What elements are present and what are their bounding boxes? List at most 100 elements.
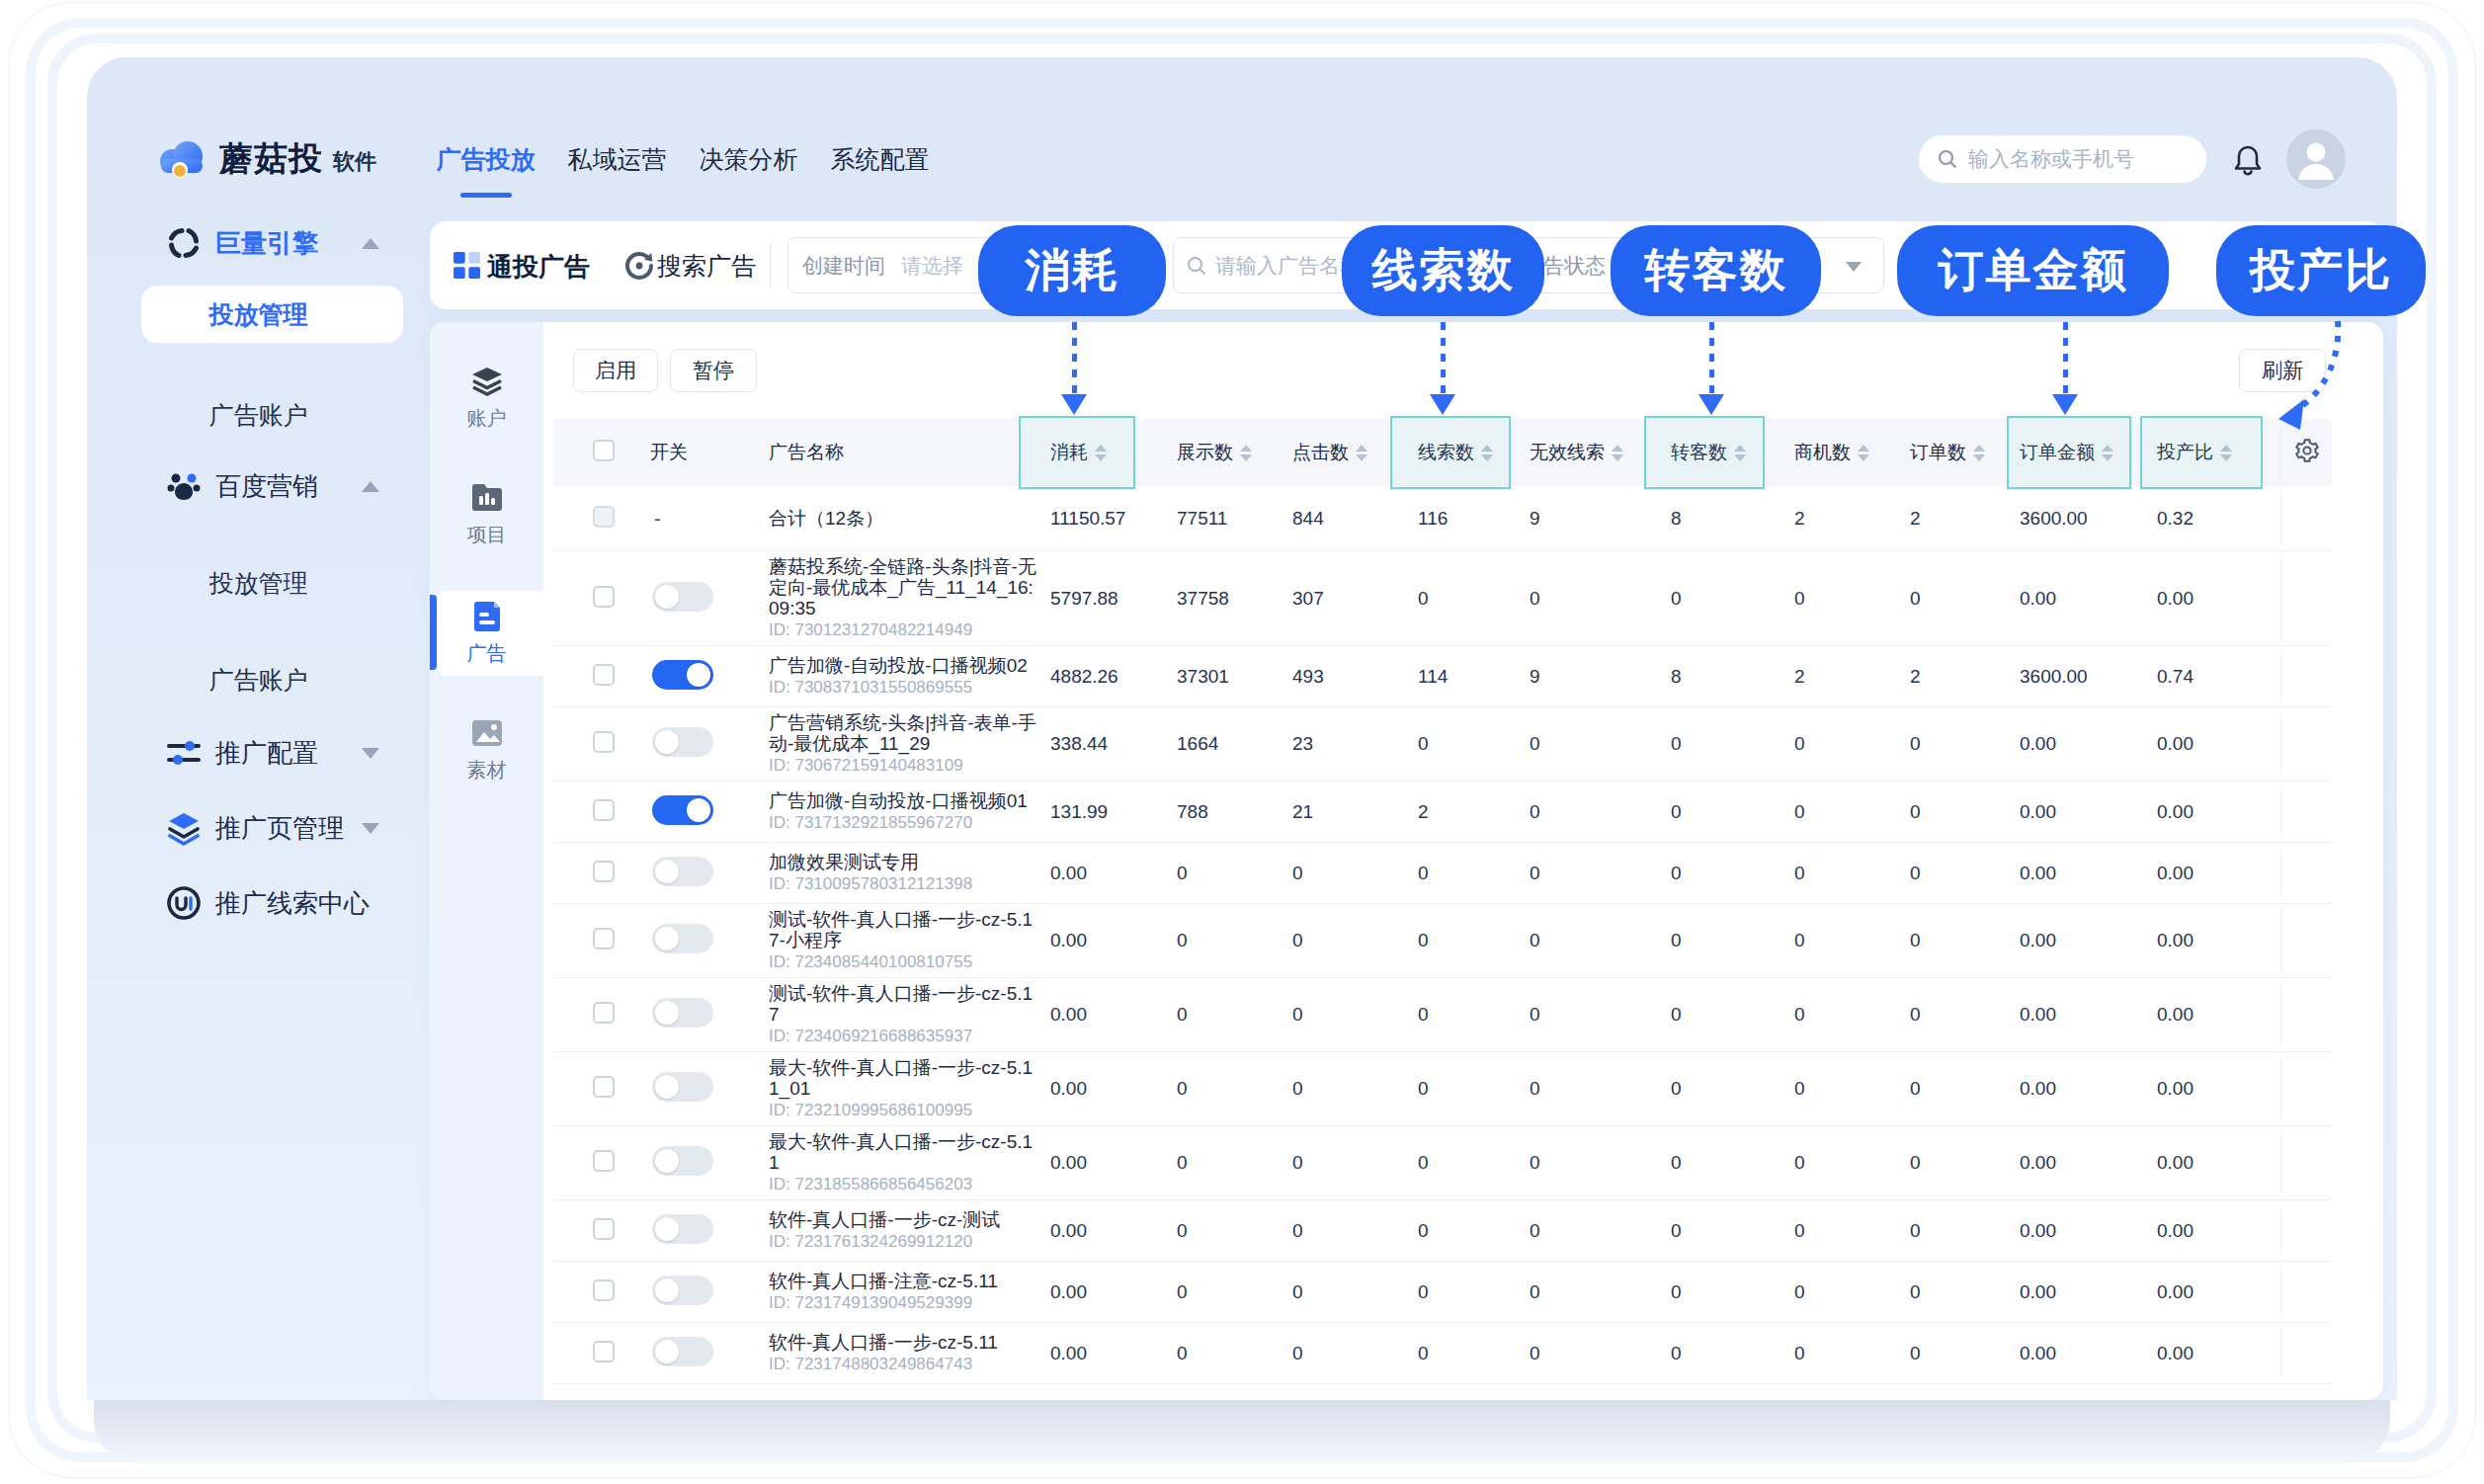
ad-toggle-switch[interactable] — [652, 1072, 713, 1102]
sort-icon[interactable] — [1973, 445, 1985, 461]
highlight-box-转客数 — [1644, 416, 1765, 489]
nav-tab-私域运营[interactable]: 私域运营 — [551, 135, 683, 183]
row-settings-cell — [2280, 1267, 2332, 1317]
date-filter[interactable]: 创建时间 请选择 — [787, 237, 1003, 293]
nav-tab-系统配置[interactable]: 系统配置 — [814, 135, 946, 183]
row-value-cell: 0 — [1791, 733, 1907, 755]
row-checkbox[interactable] — [593, 1279, 615, 1301]
column-label: 商机数 — [1794, 440, 1851, 465]
nav-tab-决策分析[interactable]: 决策分析 — [683, 135, 814, 183]
callout-bubble-转客数: 转客数 — [1611, 225, 1821, 316]
cell-value: 2 — [1794, 666, 1805, 687]
row-value-cell: 0 — [1174, 1343, 1289, 1364]
row-checkbox[interactable] — [593, 506, 615, 528]
row-checkbox[interactable] — [593, 799, 615, 821]
row-checkbox[interactable] — [593, 1002, 615, 1024]
callout-arrow-line — [1072, 322, 1077, 395]
ad-toggle-switch[interactable] — [652, 857, 713, 886]
row-value-cell: 5797.88 — [1047, 588, 1174, 610]
row-checkbox[interactable] — [593, 586, 615, 608]
row-checkbox[interactable] — [593, 664, 615, 686]
sidebar-item-推广页管理[interactable]: 推广页管理 — [87, 802, 430, 854]
sidebar-item-投放管理[interactable]: 投放管理 — [87, 289, 430, 340]
sidebar-item-投放管理[interactable]: 投放管理 — [87, 557, 430, 609]
column-header-订单数[interactable]: 订单数 — [1907, 440, 2017, 465]
ad-toggle-switch[interactable] — [652, 924, 713, 953]
row-checkbox-cell — [553, 1279, 642, 1305]
sort-icon[interactable] — [1858, 445, 1869, 461]
row-value-cell: 21 — [1289, 801, 1415, 823]
nav-tab-广告投放[interactable]: 广告投放 — [420, 135, 551, 183]
row-checkbox[interactable] — [593, 731, 615, 753]
sidebar-item-label: 投放管理 — [87, 298, 430, 331]
ocean-engine-icon — [166, 225, 202, 261]
ad-toggle-switch[interactable] — [652, 795, 713, 825]
ad-doc-icon — [469, 599, 505, 634]
cell-value: 0.00 — [2157, 1004, 2194, 1025]
ad-toggle-switch[interactable] — [652, 660, 713, 690]
column-header-展示数[interactable]: 展示数 — [1174, 440, 1289, 465]
row-value-cell: 2 — [1907, 666, 2017, 688]
row-checkbox[interactable] — [593, 928, 615, 949]
cell-value: 0 — [1530, 1078, 1540, 1099]
row-value-cell: 0 — [1174, 930, 1289, 951]
row-value-cell: 0.00 — [2017, 1004, 2154, 1026]
mini-sidebar-item-广告[interactable]: 广告 — [430, 599, 543, 694]
cell-value: 0 — [1671, 1343, 1682, 1363]
switch-knob — [655, 1075, 679, 1099]
sort-icon[interactable] — [1240, 445, 1252, 461]
ad-toggle-switch[interactable] — [652, 727, 713, 757]
cell-value: 0 — [1177, 863, 1188, 883]
row-value-cell: 0.00 — [1047, 1152, 1174, 1174]
row-checkbox[interactable] — [593, 1218, 615, 1240]
select-all-checkbox[interactable] — [593, 440, 615, 461]
cell-value: 0 — [1910, 1343, 1921, 1363]
enable-button[interactable]: 启用 — [573, 349, 658, 392]
top-nav: 广告投放私域运营决策分析系统配置 — [420, 135, 946, 183]
sidebar-item-广告账户[interactable]: 广告账户 — [87, 654, 430, 705]
leads-icon — [166, 885, 202, 921]
avatar[interactable] — [2286, 129, 2346, 189]
cell-value: 307 — [1292, 588, 1324, 609]
sidebar-item-label: 广告账户 — [87, 664, 430, 697]
row-checkbox[interactable] — [593, 1150, 615, 1172]
cell-value: 0 — [1418, 930, 1429, 950]
row-checkbox[interactable] — [593, 1076, 615, 1098]
row-value-cell: 2 — [1907, 508, 2017, 530]
table-row: 测试-软件-真人口播-一步-cz-5.17-小程序ID: 72340854401… — [553, 904, 2332, 978]
global-search[interactable]: 输入名称或手机号 — [1919, 135, 2206, 183]
mini-sidebar-item-账户[interactable]: 账户 — [430, 364, 543, 458]
ad-toggle-switch[interactable] — [652, 1214, 713, 1244]
cell-value: 0.00 — [2157, 930, 2194, 950]
sidebar-item-推广线索中心[interactable]: 推广线索中心 — [87, 877, 430, 929]
sidebar-item-巨量引擎[interactable]: 巨量引擎 — [87, 217, 430, 269]
mini-sidebar-item-素材[interactable]: 素材 — [430, 715, 543, 810]
mini-sidebar-item-项目[interactable]: 项目 — [430, 480, 543, 575]
sort-icon[interactable] — [1356, 445, 1367, 461]
row-value-cell: 0 — [1668, 863, 1791, 884]
row-checkbox[interactable] — [593, 861, 615, 882]
row-value-cell: 3600.00 — [2017, 508, 2154, 530]
cell-value: 0 — [1530, 1152, 1540, 1173]
notification-bell-icon[interactable] — [2229, 140, 2267, 178]
tab-general-ads[interactable]: 通投广告 — [487, 250, 590, 285]
column-header-商机数[interactable]: 商机数 — [1791, 440, 1907, 465]
row-value-cell: 0.32 — [2154, 508, 2280, 530]
ad-toggle-switch[interactable] — [652, 998, 713, 1028]
ad-toggle-switch[interactable] — [652, 1276, 713, 1305]
ad-toggle-switch[interactable] — [652, 1337, 713, 1366]
row-value-cell: 0 — [1174, 1220, 1289, 1242]
pause-button[interactable]: 暂停 — [670, 349, 757, 392]
tab-search-ads[interactable]: 搜索广告 — [657, 250, 756, 283]
asset-image-icon — [469, 715, 505, 751]
sidebar-item-推广配置[interactable]: 推广配置 — [87, 727, 430, 779]
row-value-cell: 0 — [1289, 1220, 1415, 1242]
row-value-cell: 0.00 — [2017, 733, 2154, 755]
sidebar-item-百度营销[interactable]: 百度营销 — [87, 460, 430, 512]
ad-toggle-switch[interactable] — [652, 1146, 713, 1176]
row-checkbox[interactable] — [593, 1341, 615, 1362]
ad-toggle-switch[interactable] — [652, 582, 713, 612]
sidebar-item-广告账户[interactable]: 广告账户 — [87, 389, 430, 441]
sort-icon[interactable] — [1612, 445, 1623, 461]
row-switch-cell — [642, 1146, 736, 1180]
